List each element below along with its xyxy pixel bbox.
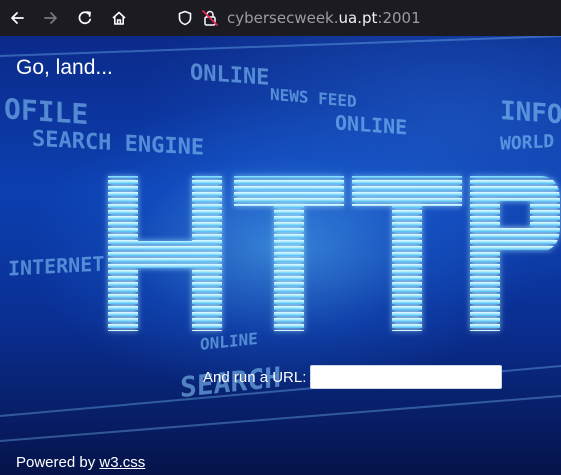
forward-arrow-icon [44,12,57,24]
reload-button[interactable] [68,0,102,36]
url-form: And run a URL: [203,365,503,389]
footer-prefix: Powered by [16,454,100,471]
svg-text:WORLD: WORLD [500,131,554,155]
svg-text:ONLINE: ONLINE [335,110,407,139]
back-button[interactable] [0,0,34,36]
svg-text:INTERNET: INTERNET [8,252,104,281]
page-title: Go, land... [16,56,113,79]
url-input[interactable] [310,365,503,389]
forward-button[interactable] [34,0,68,36]
page-content: OFILE SEARCH ENGINE ONLINE NEWS FEED ONL… [0,36,561,475]
footer: Powered by w3.css [16,454,145,471]
url-host: ua.pt [338,9,378,27]
svg-text:ONLINE: ONLINE [200,329,258,354]
browser-toolbar: cybersecweek.ua.pt:2001 [0,0,561,36]
home-icon [112,11,126,25]
svg-text:INFO: INFO [500,96,561,130]
address-bar[interactable]: cybersecweek.ua.pt:2001 [167,4,561,32]
home-button[interactable] [102,0,136,36]
background-image: OFILE SEARCH ENGINE ONLINE NEWS FEED ONL… [0,36,561,442]
shield-icon[interactable] [177,10,193,26]
back-arrow-icon [11,12,24,24]
insecure-lock-icon[interactable] [201,9,219,27]
http-glyph-art [108,176,560,331]
url-prefix: cybersecweek. [227,9,339,27]
w3css-link[interactable]: w3.css [99,454,145,471]
svg-text:NEWS FEED: NEWS FEED [270,85,357,112]
url-input-label: And run a URL: [203,368,307,386]
svg-text:SEARCH ENGINE: SEARCH ENGINE [32,127,204,161]
url-port: :2001 [377,9,421,27]
svg-text:OFILE: OFILE [4,92,88,131]
svg-text:ONLINE: ONLINE [190,60,269,91]
reload-icon [78,11,92,25]
url-text[interactable]: cybersecweek.ua.pt:2001 [227,9,421,27]
